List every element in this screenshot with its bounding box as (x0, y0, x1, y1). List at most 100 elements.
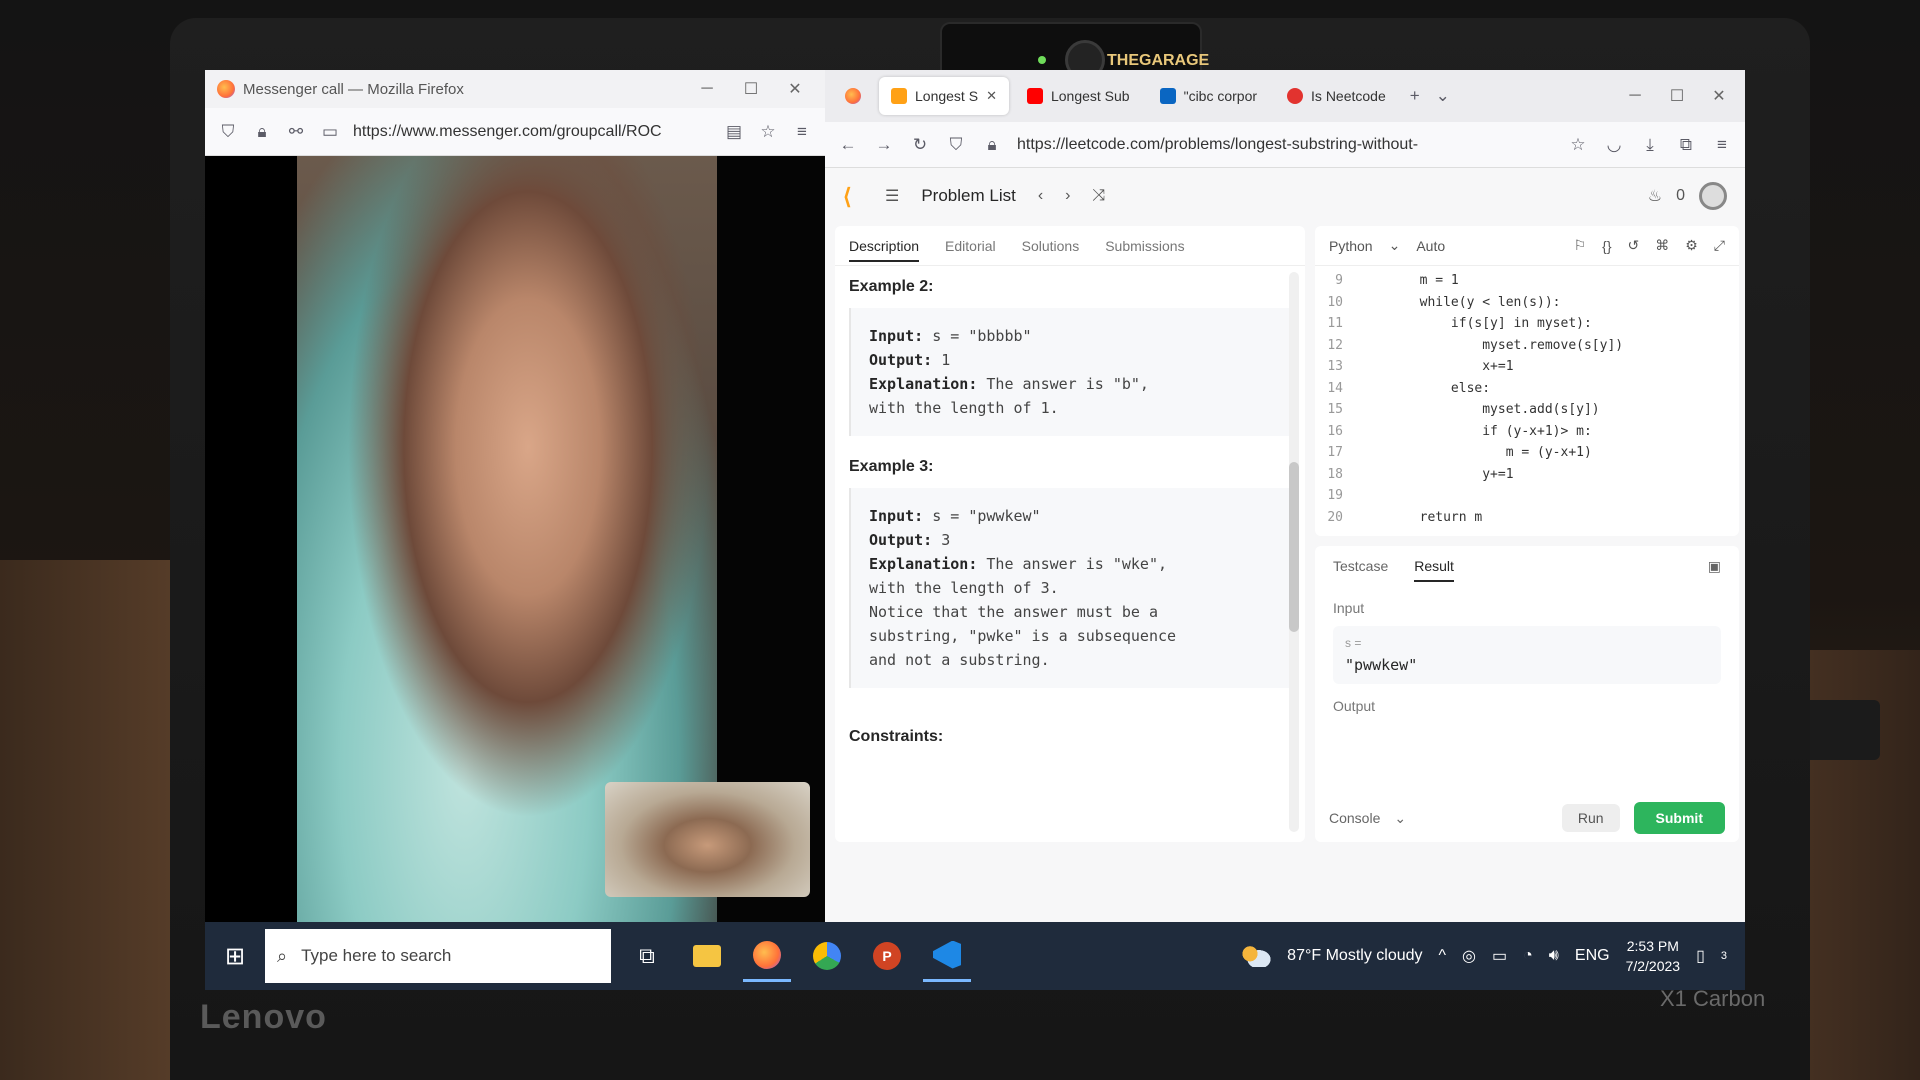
leetcode-logo-icon[interactable]: ⟨ (843, 184, 863, 209)
problem-list-icon[interactable]: ☰ (885, 186, 899, 206)
taskbar-search[interactable]: ⌕ Type here to search (265, 929, 611, 983)
code-line[interactable]: 14 else: (1315, 378, 1739, 400)
new-tab-icon[interactable]: + (1404, 86, 1426, 106)
code-text[interactable]: m = (y-x+1) (1357, 445, 1592, 460)
volume-icon[interactable]: 🔊︎ (1549, 947, 1559, 965)
back-arrow-icon[interactable]: ← (837, 135, 859, 155)
url-bar[interactable]: https://www.messenger.com/groupcall/ROC (353, 123, 711, 141)
reader-view-icon[interactable]: ▤ (723, 122, 745, 142)
code-text[interactable]: else: (1357, 381, 1490, 396)
code-line[interactable]: 10 while(y < len(s)): (1315, 292, 1739, 314)
url-bar[interactable]: https://leetcode.com/problems/longest-su… (1017, 136, 1553, 154)
maximize-button[interactable]: ☐ (1659, 86, 1695, 106)
code-line[interactable]: 11 if(s[y] in myset): (1315, 313, 1739, 335)
wifi-icon[interactable]: ◔ (1523, 947, 1533, 965)
chrome-icon[interactable] (803, 930, 851, 982)
reset-icon[interactable]: ↺ (1628, 237, 1640, 254)
format-braces-icon[interactable]: {} (1602, 238, 1611, 254)
shortcuts-icon[interactable]: ⌘ (1655, 237, 1669, 254)
code-text[interactable]: myset.add(s[y]) (1357, 402, 1599, 417)
code-text[interactable]: if (y-x+1)> m: (1357, 424, 1592, 439)
shuffle-icon[interactable]: ⤨ (1092, 187, 1105, 205)
tab-editorial[interactable]: Editorial (945, 238, 996, 254)
tray-app-icon[interactable]: ◎ (1462, 946, 1476, 966)
problem-list-link[interactable]: Problem List (921, 186, 1015, 206)
code-line[interactable]: 20 return m (1315, 507, 1739, 529)
code-line[interactable]: 9 m = 1 (1315, 270, 1739, 292)
language-indicator[interactable]: ENG (1575, 947, 1610, 965)
minimize-button[interactable]: ─ (1617, 87, 1653, 105)
fullscreen-icon[interactable]: ⤢ (1714, 237, 1725, 254)
console-button[interactable]: Console (1329, 810, 1380, 826)
bookmark-star-icon[interactable]: ☆ (1567, 135, 1589, 155)
code-text[interactable]: m = 1 (1357, 273, 1459, 288)
code-text[interactable]: x+=1 (1357, 359, 1513, 374)
bookmark-icon[interactable]: ⚐ (1574, 237, 1587, 254)
menu-icon[interactable]: ≡ (1711, 135, 1733, 155)
language-selector[interactable]: Python (1329, 238, 1373, 254)
code-line[interactable]: 15 myset.add(s[y]) (1315, 399, 1739, 421)
run-button[interactable]: Run (1561, 804, 1620, 832)
tab-list-chevron-icon[interactable]: ⌄ (1432, 86, 1454, 106)
tab-solutions[interactable]: Solutions (1022, 238, 1080, 254)
code-line[interactable]: 19 (1315, 485, 1739, 507)
code-text[interactable]: myset.remove(s[y]) (1357, 338, 1623, 353)
chevron-down-icon[interactable]: ⌄ (1394, 810, 1406, 827)
shield-icon[interactable]: ⛉ (217, 122, 239, 142)
submit-button[interactable]: Submit (1633, 802, 1725, 834)
task-view-icon[interactable]: ⧉ (623, 930, 671, 982)
minimize-button[interactable]: ─ (689, 80, 725, 98)
code-line[interactable]: 12 myset.remove(s[y]) (1315, 335, 1739, 357)
code-line[interactable]: 16 if (y-x+1)> m: (1315, 421, 1739, 443)
tab-linkedin[interactable]: "cibc corpor (1148, 77, 1269, 115)
tab-description[interactable]: Description (849, 238, 920, 262)
camera-sharing-icon[interactable]: ▭ (319, 122, 341, 142)
tab-neetcode[interactable]: Is Neetcode (1275, 77, 1398, 115)
tab-submissions[interactable]: Submissions (1105, 238, 1184, 254)
reload-icon[interactable]: ↻ (909, 135, 931, 155)
tray-chevron-up-icon[interactable]: ^ (1439, 947, 1447, 965)
code-lines[interactable]: 9 m = 1 10 while(y < len(s)): 11 if(s[y] i… (1315, 266, 1739, 528)
close-button[interactable]: ✕ (1701, 86, 1737, 106)
weather-cloud-icon[interactable] (1241, 945, 1272, 967)
autocomplete-mode[interactable]: Auto (1416, 238, 1445, 254)
code-line[interactable]: 18 y+=1 (1315, 464, 1739, 486)
shield-icon[interactable]: ⛉ (945, 135, 967, 155)
vscode-icon[interactable] (923, 930, 971, 982)
firefox-taskbar-icon[interactable] (743, 930, 791, 982)
code-text[interactable]: while(y < len(s)): (1357, 295, 1561, 310)
tab-firefox-view[interactable] (833, 77, 873, 115)
code-line[interactable]: 17 m = (y-x+1) (1315, 442, 1739, 464)
code-line[interactable]: 13 x+=1 (1315, 356, 1739, 378)
settings-gear-icon[interactable]: ⚙ (1685, 237, 1698, 254)
code-text[interactable]: if(s[y] in myset): (1357, 316, 1592, 331)
windows-start-icon[interactable]: ⊞ (205, 922, 265, 990)
battery-icon[interactable]: ▭ (1492, 946, 1507, 966)
tab-youtube[interactable]: Longest Sub (1015, 77, 1142, 115)
prev-problem-chevron-icon[interactable]: ‹ (1038, 187, 1043, 205)
lock-icon[interactable]: 🔒︎ (981, 135, 1003, 155)
permissions-icon[interactable]: ⚯ (285, 122, 307, 142)
close-button[interactable]: ✕ (777, 79, 813, 99)
chevron-down-icon[interactable]: ⌄ (1389, 237, 1401, 254)
pocket-icon[interactable]: ◡ (1603, 135, 1625, 155)
tab-testcase[interactable]: Testcase (1333, 558, 1388, 574)
bookmark-star-icon[interactable]: ☆ (757, 122, 779, 142)
scrollbar-thumb[interactable] (1289, 462, 1299, 632)
description-scrollbar[interactable] (1289, 272, 1299, 832)
download-icon[interactable]: ⤓ (1639, 135, 1661, 155)
close-icon[interactable]: ✕ (986, 88, 997, 104)
panel-layout-icon[interactable]: ▣ (1708, 558, 1721, 575)
tab-leetcode[interactable]: Longest S ✕ (879, 77, 1009, 115)
avatar[interactable] (1699, 182, 1727, 210)
code-text[interactable]: y+=1 (1357, 467, 1513, 482)
lock-icon[interactable]: 🔒︎ (251, 122, 273, 142)
streak-fire-icon[interactable]: ♨ (1648, 186, 1662, 206)
notification-icon[interactable]: ▯ (1696, 946, 1705, 966)
powerpoint-icon[interactable]: P (863, 930, 911, 982)
extensions-icon[interactable]: ⧉ (1675, 135, 1697, 155)
weather-text[interactable]: 87°F Mostly cloudy (1287, 947, 1422, 965)
code-text[interactable]: return m (1357, 510, 1483, 525)
clock[interactable]: 2:53 PM 7/2/2023 (1626, 936, 1681, 976)
menu-icon[interactable]: ≡ (791, 122, 813, 142)
